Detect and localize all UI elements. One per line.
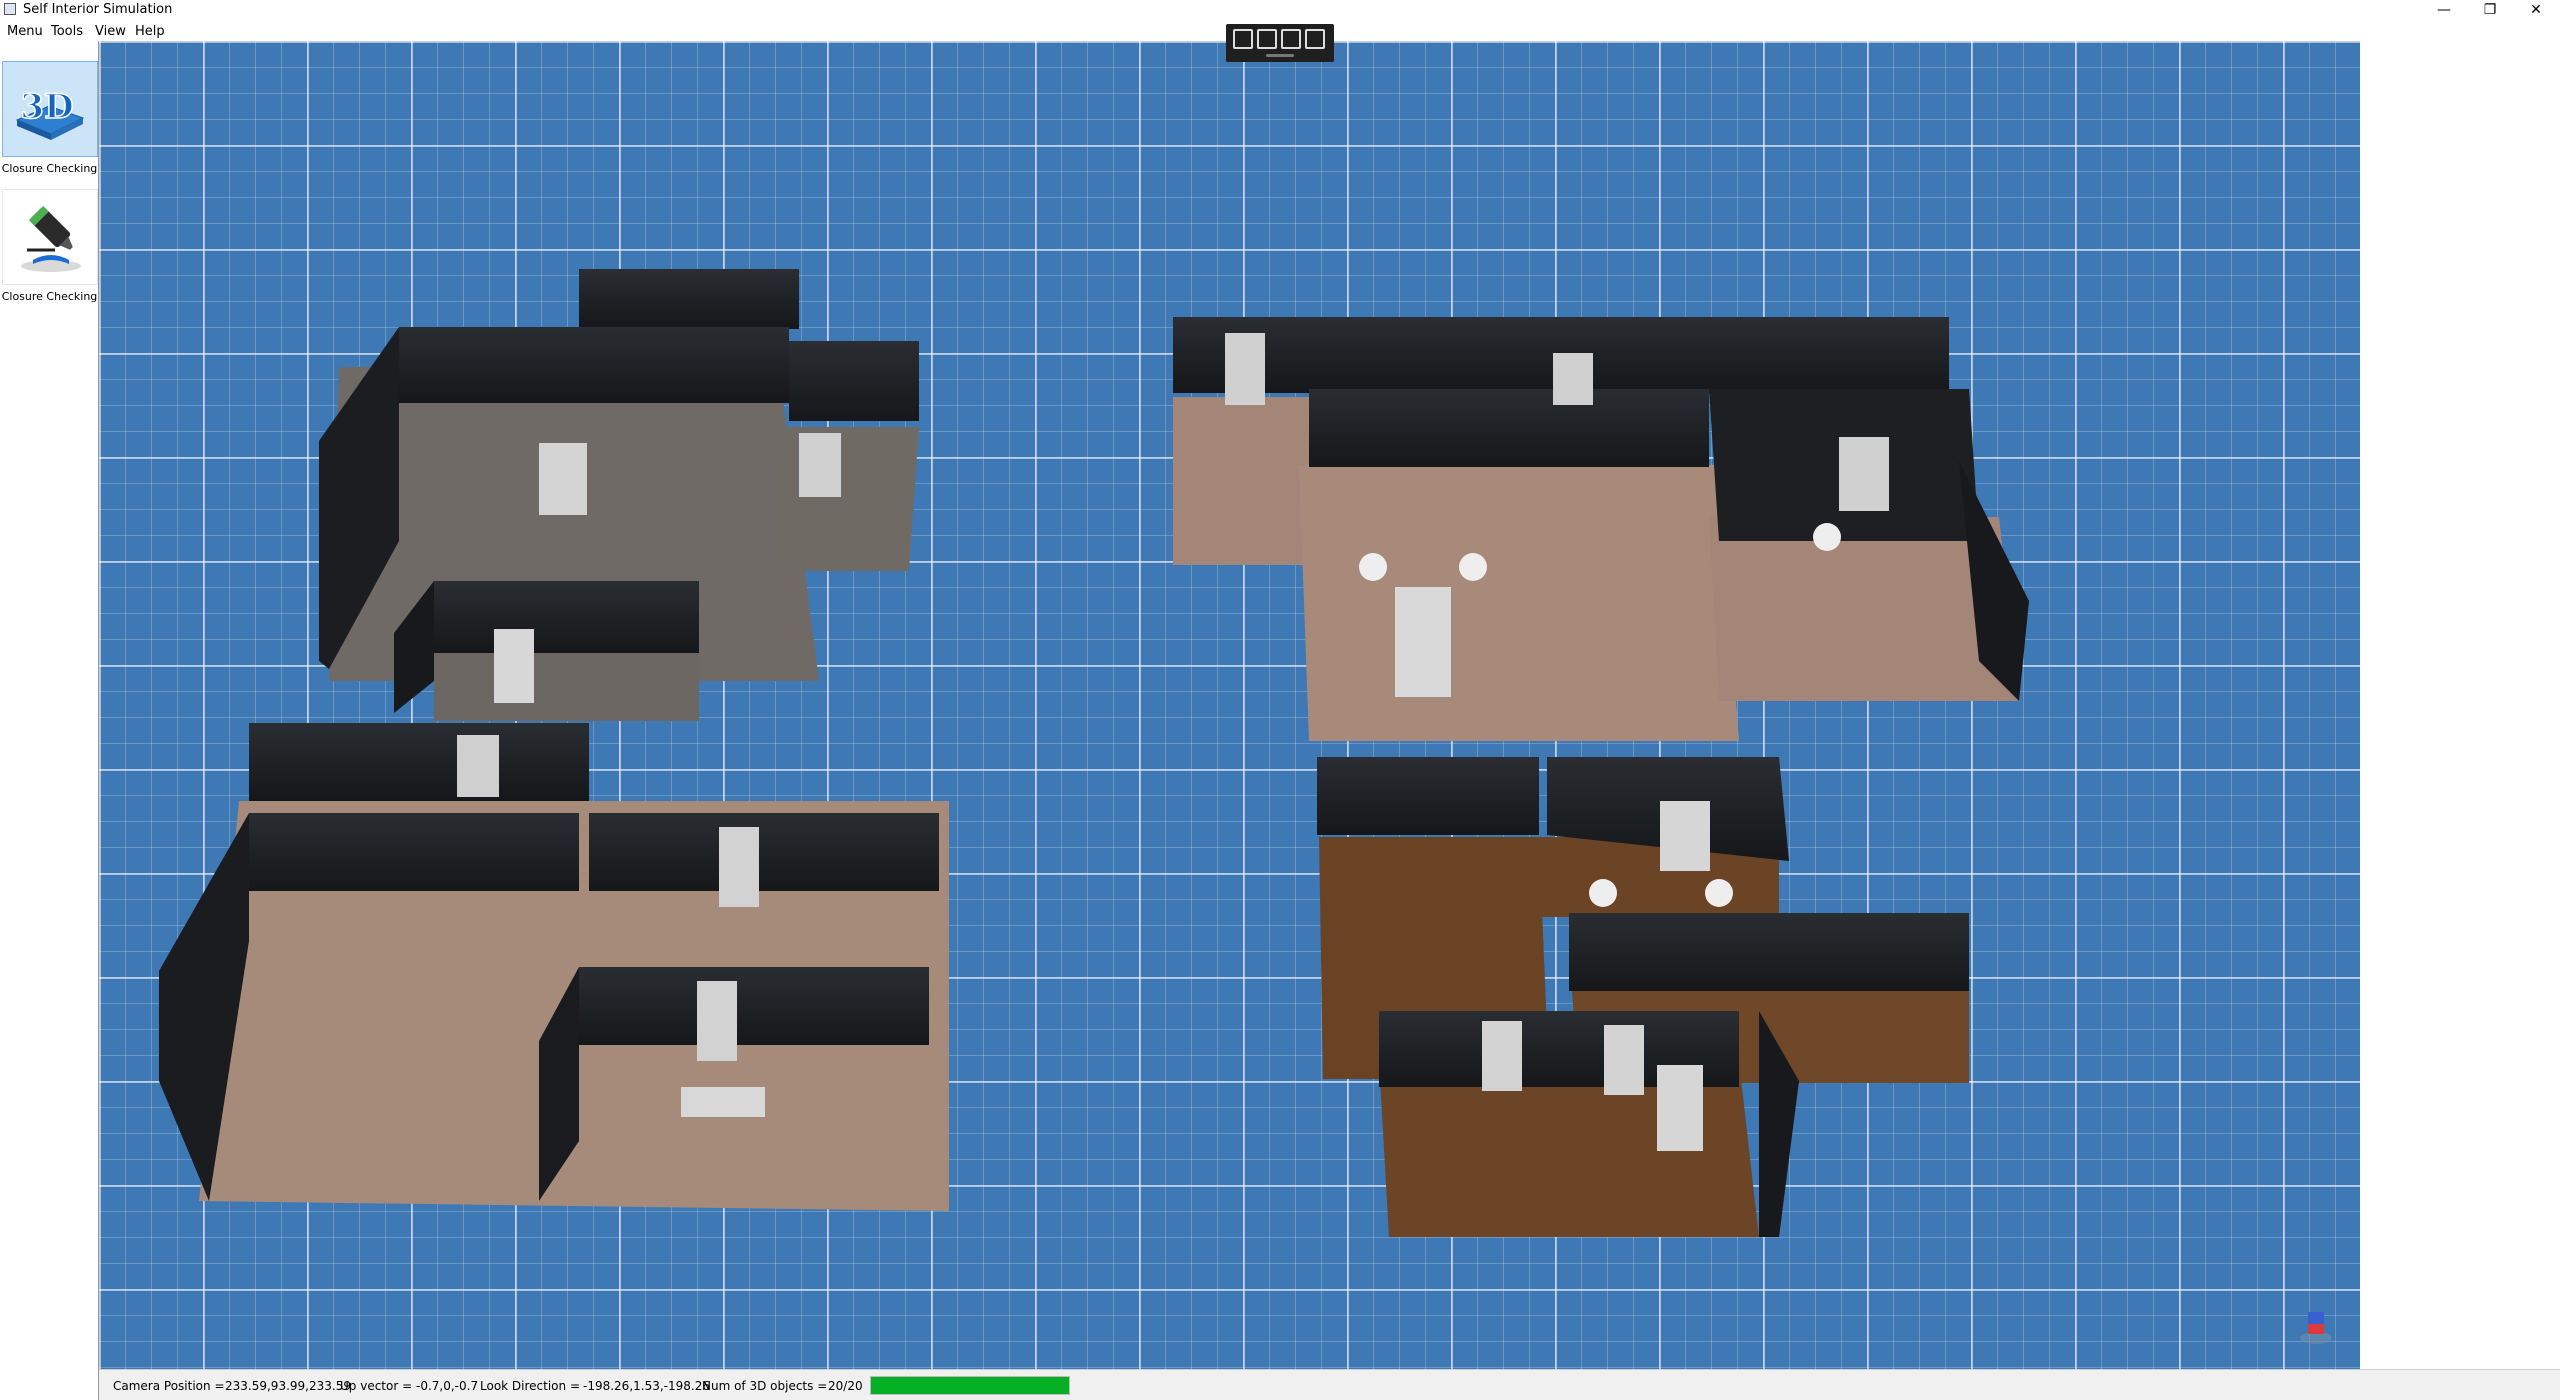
door	[494, 629, 534, 703]
app-icon	[4, 3, 16, 15]
door	[1482, 1021, 1522, 1091]
marker-pen-tool-button[interactable]	[2, 189, 98, 285]
chair	[1705, 879, 1733, 907]
chair	[1359, 553, 1387, 581]
sofa	[681, 1087, 765, 1117]
chair	[1813, 523, 1841, 551]
camera-position-label: Camera Position =	[113, 1379, 225, 1393]
3d-view-icon: 3D	[15, 86, 85, 140]
house-bottom-right	[1317, 757, 1969, 1237]
fridge	[539, 443, 587, 515]
fridge	[1657, 1065, 1703, 1151]
door	[697, 981, 737, 1061]
wall	[399, 327, 789, 403]
chair	[1459, 553, 1487, 581]
floor	[769, 427, 919, 571]
num-objects-value: 20/20	[828, 1379, 863, 1393]
house-top-left	[319, 269, 919, 721]
wall	[1309, 389, 1709, 467]
drag-handle[interactable]	[1266, 54, 1294, 57]
up-vector-value: -0.7,0,-0.7	[416, 1379, 479, 1393]
up-vector-label: Up vector =	[340, 1379, 413, 1393]
tool-label-closure-checking-2: Closure Checking	[1, 290, 98, 303]
status-bar: Camera Position = 233.59,93.99,233.59 Up…	[99, 1369, 2560, 1400]
wall	[789, 341, 919, 421]
menu-item-view[interactable]: View	[95, 24, 126, 39]
wall	[589, 813, 939, 891]
wall	[579, 967, 929, 1045]
minimize-button[interactable]: —	[2421, 0, 2467, 20]
floor-plan-scene	[159, 269, 2029, 1237]
menu-item-menu[interactable]: Menu	[7, 24, 43, 39]
edit-document-icon[interactable]	[1233, 29, 1253, 49]
fridge	[1225, 333, 1265, 405]
transform-select-icon[interactable]	[1305, 29, 1325, 49]
house-top-right	[1173, 317, 2029, 741]
menu-item-tools[interactable]: Tools	[51, 24, 83, 39]
marker-pen-icon	[21, 205, 81, 272]
tool-panel: 3D Closure Checking Closure Checking	[0, 41, 99, 1400]
loading-progress-bar	[870, 1376, 1070, 1395]
look-direction-label: Look Direction =	[480, 1379, 581, 1393]
menu-item-help[interactable]: Help	[135, 24, 165, 39]
floating-toolbar	[1226, 24, 1334, 62]
fridge	[1660, 801, 1710, 871]
fridge	[457, 735, 499, 797]
wall	[1569, 913, 1969, 991]
wall	[1317, 757, 1539, 835]
wall	[579, 269, 799, 329]
num-objects-label: Num of 3D objects =	[702, 1379, 828, 1393]
tool-label-closure-checking: Closure Checking	[1, 162, 98, 175]
restore-button[interactable]: ❐	[2467, 0, 2513, 20]
fridge	[1839, 437, 1889, 511]
title-bar: Self Interior Simulation — ❐ ✕	[0, 0, 2560, 20]
wall	[1173, 317, 1789, 393]
window-title: Self Interior Simulation	[23, 2, 173, 17]
3d-view-tool-button[interactable]: 3D	[2, 61, 98, 157]
fit-view-icon[interactable]	[1281, 29, 1301, 49]
loading-progress-fill	[871, 1377, 1069, 1394]
3d-viewport[interactable]	[99, 41, 2360, 1369]
door	[1604, 1025, 1644, 1095]
look-direction-value: -198.26,1.53,-198.26	[583, 1379, 710, 1393]
chair	[1589, 879, 1617, 907]
comment-icon[interactable]	[1257, 29, 1277, 49]
wall	[434, 581, 699, 653]
wall	[1789, 317, 1949, 393]
floor	[1299, 465, 1739, 741]
wall	[249, 813, 579, 891]
svg-text:3D: 3D	[20, 87, 73, 127]
table	[1395, 587, 1451, 697]
wall	[249, 723, 589, 801]
door	[719, 827, 759, 907]
close-button[interactable]: ✕	[2513, 0, 2559, 20]
fridge	[799, 433, 841, 497]
house-bottom-left	[159, 723, 949, 1211]
axis-gizmo-icon[interactable]	[2296, 1308, 2336, 1348]
camera-position-value: 233.59,93.99,233.59	[225, 1379, 351, 1393]
fridge	[1553, 353, 1593, 405]
